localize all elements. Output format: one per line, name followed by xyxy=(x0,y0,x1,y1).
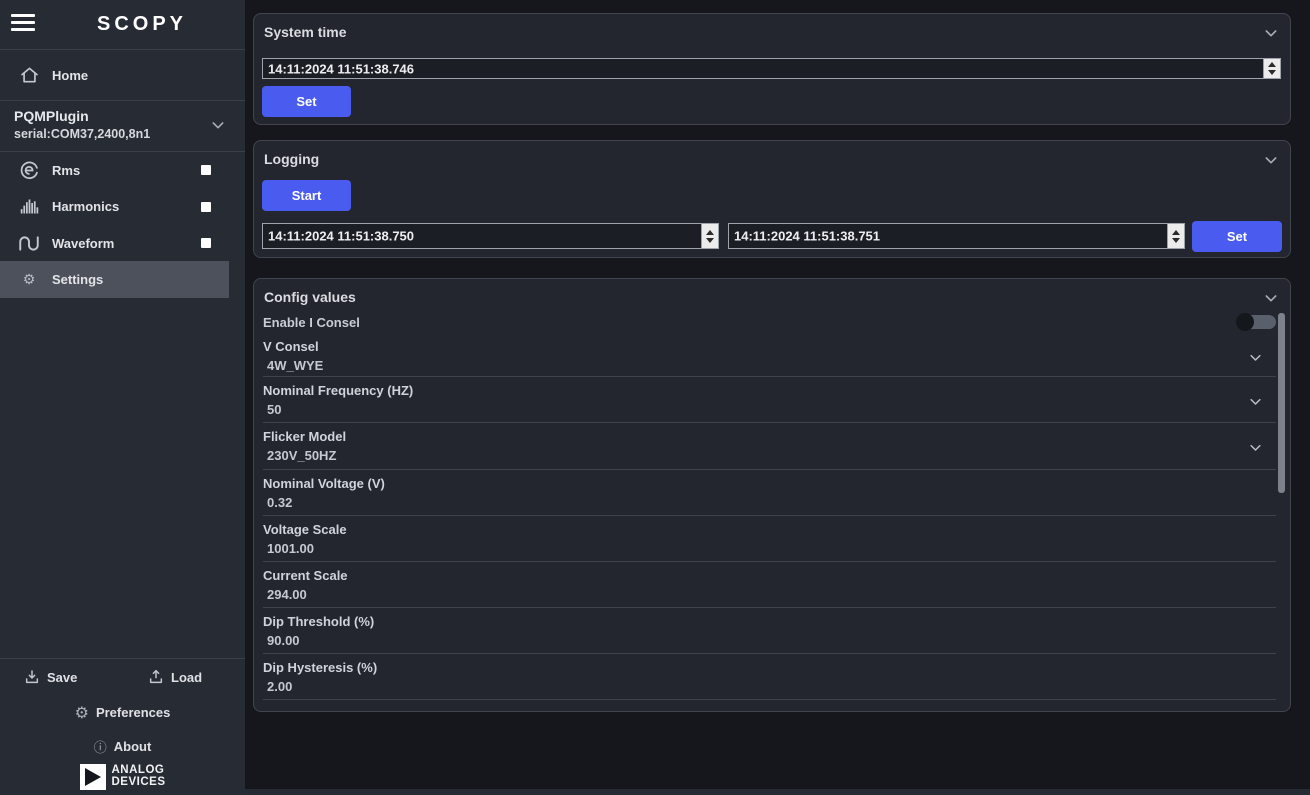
sidebar-item-label: Settings xyxy=(52,272,103,287)
dropdown-chevron-icon[interactable] xyxy=(1248,350,1263,365)
logging-start-datetime-input[interactable]: 14:11:2024 11:51:38.750 xyxy=(262,223,719,249)
sidebar-item-home[interactable]: Home xyxy=(0,50,245,100)
sidebar-item-label: Waveform xyxy=(52,236,114,251)
system-time-panel: System time 14:11:2024 11:51:38.746 Set xyxy=(253,13,1291,125)
plugin-header[interactable]: PQMPlugin serial:COM37,2400,8n1 xyxy=(0,101,245,151)
waveform-tool-checkbox[interactable] xyxy=(201,238,211,248)
hamburger-menu-button[interactable] xyxy=(11,14,37,34)
datetime-value: 14:11:2024 11:51:38.746 xyxy=(268,61,414,76)
load-icon xyxy=(148,669,164,685)
dropdown-chevron-icon[interactable] xyxy=(1248,394,1263,409)
enable-i-consel-label: Enable I Consel xyxy=(263,315,360,330)
waveform-icon xyxy=(17,233,41,254)
config-values-panel: Config values Enable I Consel V Consel 4… xyxy=(253,278,1291,712)
config-row-nominal-frequency[interactable]: Nominal Frequency (HZ) 50 xyxy=(263,377,1276,423)
spin-up-icon[interactable] xyxy=(1268,62,1276,67)
harmonics-icon xyxy=(17,196,41,217)
preferences-label: Preferences xyxy=(96,705,170,720)
bottom-strip xyxy=(245,789,1310,795)
config-row-dip-threshold[interactable]: Dip Threshold (%) 90.00 xyxy=(263,608,1276,654)
scopy-window: SCOPY Home PQMPlugin serial:COM37,2400,8… xyxy=(0,0,1310,795)
load-label: Load xyxy=(171,670,202,685)
settings-gear-icon: ⚙ xyxy=(17,272,41,288)
spinner-control[interactable] xyxy=(1263,59,1280,78)
info-icon: ⓘ xyxy=(94,737,107,756)
sidebar: SCOPY Home PQMPlugin serial:COM37,2400,8… xyxy=(0,0,245,795)
spinner-control[interactable] xyxy=(1167,224,1184,248)
config-row-voltage-scale[interactable]: Voltage Scale 1001.00 xyxy=(263,516,1276,562)
dropdown-chevron-icon[interactable] xyxy=(1248,440,1263,455)
config-row-current-scale[interactable]: Current Scale 294.00 xyxy=(263,562,1276,608)
spin-up-icon[interactable] xyxy=(1172,230,1180,235)
home-icon xyxy=(17,65,41,85)
logging-stop-datetime-input[interactable]: 14:11:2024 11:51:38.751 xyxy=(728,223,1185,249)
about-label: About xyxy=(114,739,152,754)
rms-tool-checkbox[interactable] xyxy=(201,165,211,175)
toggle-knob xyxy=(1236,313,1254,331)
harmonics-tool-checkbox[interactable] xyxy=(201,202,211,212)
sidebar-item-harmonics[interactable]: Harmonics xyxy=(0,188,245,225)
config-row-nominal-voltage[interactable]: Nominal Voltage (V) 0.32 xyxy=(263,470,1276,516)
save-label: Save xyxy=(47,670,77,685)
system-time-set-button[interactable]: Set xyxy=(262,86,351,117)
sidebar-item-label: Harmonics xyxy=(52,199,119,214)
logging-set-button[interactable]: Set xyxy=(1192,221,1282,252)
save-icon xyxy=(24,669,40,685)
config-values-title: Config values xyxy=(264,289,356,305)
about-button[interactable]: ⓘ About xyxy=(0,736,245,756)
datetime-value: 14:11:2024 11:51:38.751 xyxy=(734,229,880,244)
spin-down-icon[interactable] xyxy=(706,238,714,243)
scopy-logo: SCOPY xyxy=(97,13,187,36)
sidebar-item-rms[interactable]: Rms xyxy=(0,152,245,188)
collapse-chevron-icon[interactable] xyxy=(1263,25,1279,41)
config-row-flicker-model[interactable]: Flicker Model 230V_50HZ xyxy=(263,423,1276,470)
logging-panel: Logging Start 14:11:2024 11:51:38.750 14… xyxy=(253,140,1291,258)
preferences-button[interactable]: ⚙ Preferences xyxy=(0,700,245,724)
spin-up-icon[interactable] xyxy=(706,230,714,235)
system-time-title: System time xyxy=(264,24,346,40)
load-button[interactable]: Load xyxy=(148,666,202,688)
analog-devices-wordmark: ANALOG DEVICES xyxy=(112,764,166,788)
analog-devices-logo: ANALOG DEVICES xyxy=(0,764,245,790)
sidebar-item-settings[interactable]: ⚙ Settings xyxy=(0,261,229,298)
datetime-value: 14:11:2024 11:51:38.750 xyxy=(268,229,414,244)
spin-down-icon[interactable] xyxy=(1172,238,1180,243)
divider xyxy=(0,658,245,659)
sidebar-item-label: Rms xyxy=(52,163,80,178)
collapse-chevron-icon[interactable] xyxy=(1263,290,1279,306)
spinner-control[interactable] xyxy=(701,224,718,248)
sidebar-item-waveform[interactable]: Waveform xyxy=(0,225,245,261)
save-button[interactable]: Save xyxy=(24,666,77,688)
rms-icon xyxy=(17,160,41,181)
config-row-dip-hysteresis[interactable]: Dip Hysteresis (%) 2.00 xyxy=(263,654,1276,700)
main-content: System time 14:11:2024 11:51:38.746 Set … xyxy=(245,0,1310,795)
spin-down-icon[interactable] xyxy=(1268,70,1276,75)
analog-devices-triangle-icon xyxy=(80,764,106,790)
config-row-v-consel[interactable]: V Consel 4W_WYE xyxy=(263,333,1276,377)
chevron-down-icon[interactable] xyxy=(210,117,226,133)
config-scrollbar[interactable] xyxy=(1278,313,1285,493)
hamburger-icon xyxy=(11,14,35,17)
collapse-chevron-icon[interactable] xyxy=(1263,152,1279,168)
system-time-datetime-input[interactable]: 14:11:2024 11:51:38.746 xyxy=(262,58,1281,79)
enable-i-consel-toggle[interactable] xyxy=(1238,315,1276,329)
sidebar-item-label: Home xyxy=(52,68,88,83)
preferences-gear-icon: ⚙ xyxy=(75,703,89,722)
logging-start-button[interactable]: Start xyxy=(262,180,351,211)
logging-title: Logging xyxy=(264,151,319,167)
